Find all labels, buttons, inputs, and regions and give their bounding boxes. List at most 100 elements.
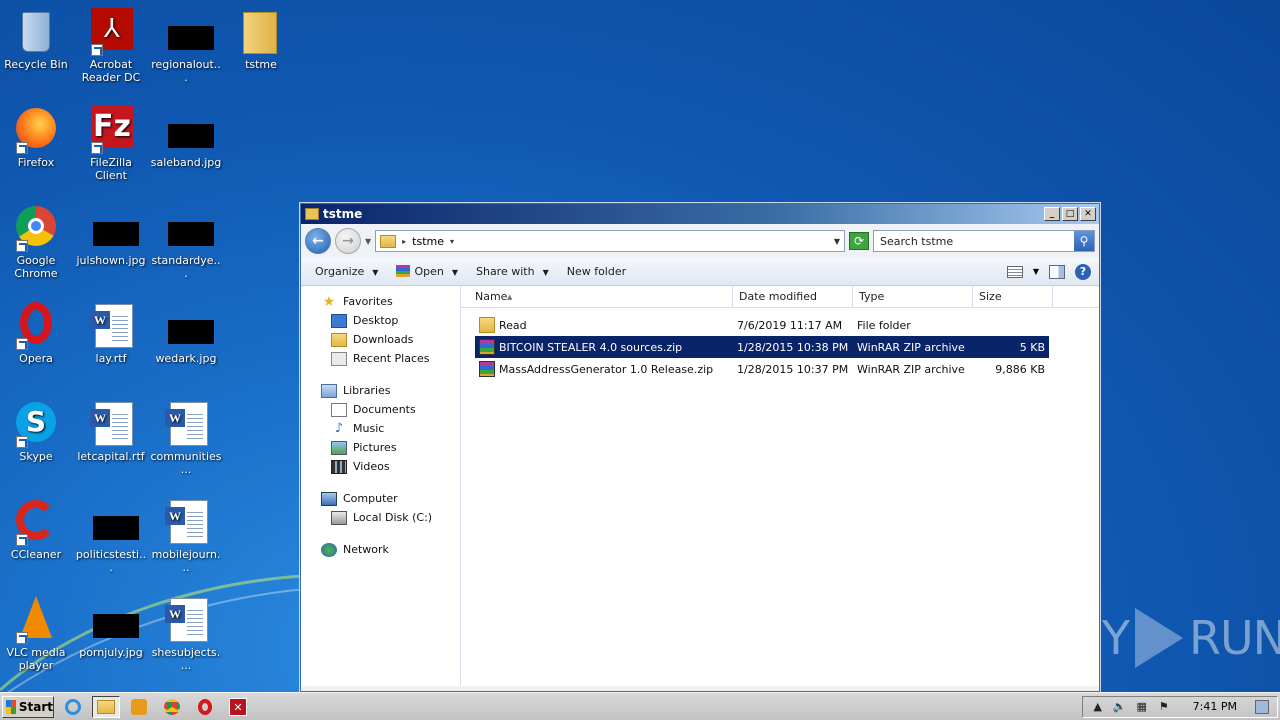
start-button[interactable]: Start	[2, 695, 54, 718]
recent-pages-dropdown[interactable]: ▼	[365, 237, 371, 246]
share-with-button[interactable]: Share with ▼	[470, 262, 555, 281]
organize-button[interactable]: Organize ▼	[309, 262, 384, 281]
desktop-icon-label: FileZilla Client	[90, 156, 132, 182]
nav-music[interactable]: ♪ Music	[301, 419, 460, 438]
breadcrumb-chevron-icon[interactable]: ▾	[450, 237, 454, 246]
search-icon[interactable]: ⚲	[1074, 231, 1094, 251]
desktop-icon-15[interactable]: Wcommunities...	[150, 400, 222, 476]
desktop-icon-14[interactable]: Wletcapital.rtf	[75, 400, 147, 463]
nav-documents[interactable]: Documents	[301, 400, 460, 419]
anyrun-watermark: ANY RUN	[1038, 608, 1280, 668]
search-placeholder: Search tstme	[880, 234, 954, 248]
column-name[interactable]: Name ▲	[461, 286, 733, 307]
nav-desktop[interactable]: Desktop	[301, 311, 460, 330]
show-desktop-button[interactable]	[1255, 699, 1269, 714]
search-input[interactable]: Search tstme ⚲	[873, 230, 1095, 252]
nav-videos[interactable]: Videos	[301, 457, 460, 476]
nav-libraries[interactable]: Libraries	[301, 381, 460, 400]
taskbar-media-player[interactable]	[125, 696, 153, 718]
minimize-button[interactable]: _	[1044, 207, 1060, 221]
back-button[interactable]: ←	[305, 228, 331, 254]
desktop-icon-5[interactable]: Fz FileZilla Client	[75, 106, 147, 182]
nav-computer[interactable]: Computer	[301, 489, 460, 508]
windows-logo-icon	[6, 699, 16, 714]
desktop-icon-12[interactable]: wedark.jpg	[150, 302, 222, 365]
folder-icon	[380, 234, 397, 248]
desktop-icon-0[interactable]: Recycle Bin	[0, 8, 72, 71]
desktop-icon-label: letcapital.rtf	[77, 450, 145, 463]
network-tray-icon[interactable]: ▦	[1135, 700, 1149, 714]
desktop-icon-18[interactable]: Wmobilejourn...	[150, 498, 222, 574]
column-headers: Name ▲ Date modified Type Size	[461, 286, 1099, 308]
desktop-icon-17[interactable]: politicstesti...	[75, 498, 147, 574]
desktop-icon-10[interactable]: Opera	[0, 302, 72, 365]
desktop-icon-7[interactable]: Google Chrome	[0, 204, 72, 280]
maximize-button[interactable]: □	[1062, 207, 1078, 221]
desktop-icon-11[interactable]: Wlay.rtf	[75, 302, 147, 365]
word-document-icon: W	[162, 400, 210, 448]
refresh-button[interactable]: ⟳	[849, 232, 869, 250]
desktop-icon-label: saleband.jpg	[150, 156, 222, 169]
title-bar[interactable]: tstme _ □ ✕	[301, 204, 1099, 224]
column-date-modified[interactable]: Date modified	[733, 286, 853, 307]
breadcrumb-tstme[interactable]: tstme	[412, 235, 444, 248]
desktop-icon-8[interactable]: julshown.jpg	[75, 204, 147, 267]
taskbar-stop-app[interactable]: ✕	[224, 696, 252, 718]
file-row[interactable]: Read 7/6/2019 11:17 AM File folder	[475, 314, 1049, 336]
desktop-icon-21[interactable]: Wshesubjects....	[150, 596, 222, 672]
desktop-icon-2[interactable]: regionalout...	[150, 8, 222, 84]
desktop-icon-label: politicstesti...	[75, 548, 147, 574]
nav-pictures[interactable]: Pictures	[301, 438, 460, 457]
preview-pane-icon[interactable]	[1049, 264, 1065, 279]
change-view-icon[interactable]	[1006, 265, 1023, 278]
desktop-icon-3[interactable]: tstme	[225, 8, 297, 71]
new-folder-button[interactable]: New folder	[561, 262, 632, 281]
taskbar-ie[interactable]	[59, 696, 87, 718]
taskbar-chrome[interactable]	[158, 696, 186, 718]
help-icon[interactable]: ?	[1075, 263, 1091, 280]
close-button[interactable]: ✕	[1080, 207, 1096, 221]
shortcut-arrow-icon	[16, 534, 28, 546]
desktop-icon	[331, 313, 347, 328]
desktop-icon-13[interactable]: S Skype	[0, 400, 72, 463]
desktop-icon-4[interactable]: Firefox	[0, 106, 72, 169]
nav-favorites[interactable]: ★ Favorites	[301, 292, 460, 311]
internet-explorer-icon	[65, 698, 81, 715]
volume-icon[interactable]: 🔈	[1113, 700, 1127, 714]
desktop-icon-16[interactable]: CCleaner	[0, 498, 72, 561]
address-bar[interactable]: ▸ tstme ▾ ▼	[375, 230, 845, 252]
desktop-icon-6[interactable]: saleband.jpg	[150, 106, 222, 169]
desktop-icon-20[interactable]: pornjuly.jpg	[75, 596, 147, 659]
action-center-flag-icon[interactable]: ⚑	[1157, 700, 1171, 714]
file-row[interactable]: MassAddressGenerator 1.0 Release.zip 1/28…	[475, 358, 1049, 380]
desktop-icon-1[interactable]: ⅄ Acrobat Reader DC	[75, 8, 147, 84]
taskbar-opera[interactable]	[191, 696, 219, 718]
opera-icon	[198, 698, 212, 715]
file-name: BITCOIN STEALER 4.0 sources.zip	[499, 340, 683, 354]
file-row[interactable]: BITCOIN STEALER 4.0 sources.zip 1/28/2015…	[475, 336, 1049, 358]
column-type[interactable]: Type	[853, 286, 973, 307]
nav-downloads[interactable]: Downloads	[301, 330, 460, 349]
desktop-icon-9[interactable]: standardye...	[150, 204, 222, 280]
desktop-icon-19[interactable]: VLC media player	[0, 596, 72, 672]
opera-icon	[12, 302, 60, 350]
forward-button[interactable]: →	[335, 228, 361, 254]
nav-recent-places[interactable]: Recent Places	[301, 349, 460, 368]
address-dropdown-icon[interactable]: ▼	[834, 237, 840, 246]
chrome-icon	[12, 204, 60, 252]
taskbar-explorer[interactable]	[92, 695, 120, 718]
nav-network[interactable]: Network	[301, 540, 460, 559]
breadcrumb-chevron-icon[interactable]: ▸	[402, 237, 406, 246]
videos-icon	[331, 459, 347, 474]
winrar-icon	[479, 339, 495, 355]
vlc-icon	[12, 596, 60, 644]
view-dropdown-icon[interactable]: ▼	[1033, 267, 1039, 276]
desktop-icon-label: Google Chrome	[14, 254, 58, 280]
nav-local-disk[interactable]: Local Disk (C:)	[301, 508, 460, 527]
show-hidden-icons[interactable]: ▲	[1091, 700, 1105, 714]
clock[interactable]: 7:41 PM	[1193, 700, 1237, 713]
column-size[interactable]: Size	[973, 286, 1053, 307]
desktop-icon-label: Skype	[19, 450, 53, 463]
open-button[interactable]: Open ▼	[390, 262, 464, 281]
desktop-icon-label: Acrobat Reader DC	[81, 58, 141, 84]
